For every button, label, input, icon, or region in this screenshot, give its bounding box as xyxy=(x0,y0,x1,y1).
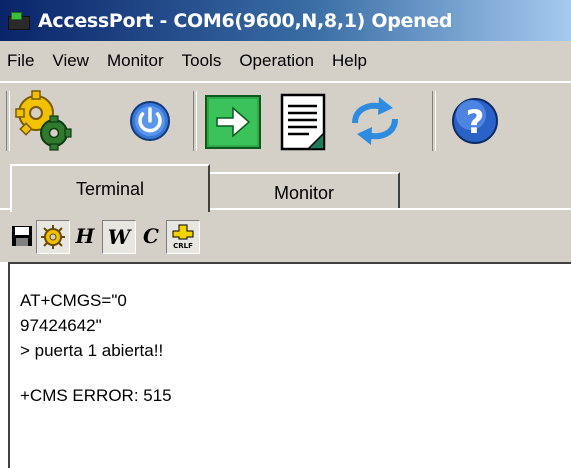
tab-monitor[interactable]: Monitor xyxy=(208,172,400,212)
refresh-arrows-icon xyxy=(352,97,398,145)
main-toolbar: ? xyxy=(0,82,571,167)
menu-help[interactable]: Help xyxy=(323,51,376,71)
tab-terminal[interactable]: Terminal xyxy=(10,164,210,212)
send-arrow-icon xyxy=(205,95,261,149)
tab-monitor-label: Monitor xyxy=(273,182,335,203)
tab-terminal-label: Terminal xyxy=(75,178,145,199)
power-icon xyxy=(130,101,170,141)
tab-strip: Terminal Monitor xyxy=(0,160,571,212)
refresh-button[interactable] xyxy=(345,89,405,153)
power-button[interactable] xyxy=(120,89,180,153)
menu-monitor[interactable]: Monitor xyxy=(98,51,173,71)
save-icon xyxy=(12,226,32,246)
c-button[interactable]: C xyxy=(138,220,164,252)
crlf-button[interactable]: CRLF xyxy=(166,220,200,254)
h-button[interactable]: H xyxy=(72,220,98,252)
help-button[interactable]: ? xyxy=(445,89,505,153)
toolbar-separator xyxy=(6,91,10,151)
menu-view[interactable]: View xyxy=(43,51,98,71)
app-icon xyxy=(6,10,32,32)
save-button[interactable] xyxy=(10,220,34,252)
terminal-output[interactable]: AT+CMGS="0 97424642" > puerta 1 abierta!… xyxy=(8,262,571,468)
menu-bar: File View Monitor Tools Operation Help xyxy=(0,41,571,82)
sun-gear-icon xyxy=(41,225,65,249)
terminal-toolbar: H W C CRLF xyxy=(0,210,571,262)
w-label: W xyxy=(107,225,131,249)
toolbar-separator xyxy=(193,91,197,151)
title-bar[interactable]: AccessPort - COM6(9600,N,8,1) Opened xyxy=(0,0,571,41)
crlf-label: CRLF xyxy=(173,242,193,250)
menu-file[interactable]: File xyxy=(0,51,43,71)
send-button[interactable] xyxy=(203,89,263,153)
document-button[interactable] xyxy=(273,89,333,153)
hex-toggle-button[interactable] xyxy=(36,220,70,254)
w-button[interactable]: W xyxy=(102,220,136,254)
settings-button[interactable] xyxy=(14,89,74,153)
terminal-line: > puerta 1 abierta!! xyxy=(20,341,164,360)
terminal-line: 97424642" xyxy=(20,316,102,335)
c-label: C xyxy=(143,224,159,248)
terminal-line: AT+CMGS="0 xyxy=(20,291,127,310)
settings-gear-icon xyxy=(15,90,72,151)
terminal-line: +CMS ERROR: 515 xyxy=(20,386,172,405)
svg-text:?: ? xyxy=(466,103,485,141)
menu-operation[interactable]: Operation xyxy=(230,51,323,71)
document-icon xyxy=(280,93,326,151)
menu-tools[interactable]: Tools xyxy=(173,51,231,71)
h-label: H xyxy=(75,224,95,248)
window-title: AccessPort - COM6(9600,N,8,1) Opened xyxy=(38,9,453,32)
toolbar-separator xyxy=(432,91,436,151)
help-icon: ? xyxy=(452,98,498,144)
crlf-icon: CRLF xyxy=(172,224,194,250)
